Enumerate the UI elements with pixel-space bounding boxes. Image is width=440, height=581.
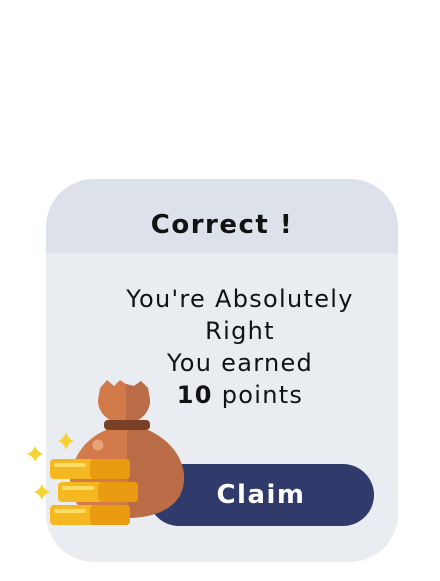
coin-stack-icon xyxy=(50,459,138,525)
message-line-1: You're Absolutely xyxy=(126,285,354,313)
message-line-3: You earned xyxy=(166,349,314,377)
points-label: points xyxy=(221,381,304,409)
message-line-2: Right xyxy=(205,317,275,345)
sparkle-icon xyxy=(27,446,43,462)
sparkle-icon xyxy=(34,484,50,500)
sparkle-icon xyxy=(58,432,74,450)
dialog-header: Correct ! xyxy=(46,179,398,253)
money-bag-with-coin-stacks-icon xyxy=(27,380,184,525)
dialog-title: Correct ! xyxy=(150,210,294,240)
